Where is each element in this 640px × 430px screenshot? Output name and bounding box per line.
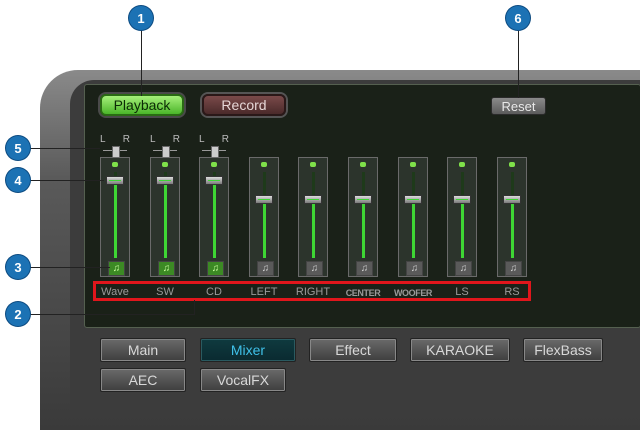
- balance-left-label: L: [100, 134, 106, 145]
- speaker-icon[interactable]: ♫: [455, 261, 472, 276]
- fader-fill: [312, 198, 315, 258]
- tab-main[interactable]: Main: [100, 338, 186, 362]
- channel-led: [310, 162, 316, 167]
- fader-fill: [412, 198, 415, 258]
- callout-5: 5: [6, 136, 30, 160]
- channel-fader[interactable]: ♫: [249, 157, 279, 277]
- reset-button[interactable]: Reset: [491, 97, 546, 115]
- channel-led: [509, 162, 515, 167]
- channel-led: [459, 162, 465, 167]
- fader-fill: [511, 198, 514, 258]
- tab-vocalfx[interactable]: VocalFX: [200, 368, 286, 392]
- balance-right-label: R: [172, 134, 180, 145]
- speaker-icon[interactable]: ♫: [505, 261, 522, 276]
- fader-knob[interactable]: [453, 195, 471, 204]
- fader-knob[interactable]: [354, 195, 372, 204]
- fader-knob[interactable]: [156, 176, 174, 185]
- speaker-icon[interactable]: ♫: [356, 261, 373, 276]
- fader-fill: [461, 198, 464, 258]
- fader-fill: [114, 179, 117, 258]
- fader-knob[interactable]: [255, 195, 273, 204]
- callout-4-leader: [30, 180, 104, 181]
- channel-led: [162, 162, 168, 167]
- speaker-icon[interactable]: ♫: [306, 261, 323, 276]
- callout-1: 1: [129, 6, 153, 30]
- speaker-icon[interactable]: ♫: [207, 261, 224, 276]
- channel-fader[interactable]: ♫: [100, 157, 130, 277]
- tab-mixer[interactable]: Mixer: [200, 338, 296, 362]
- tab-aec[interactable]: AEC: [100, 368, 186, 392]
- callout-2-leader-v: [194, 300, 195, 315]
- channel-led: [410, 162, 416, 167]
- fader-fill: [263, 198, 266, 258]
- tab-effect[interactable]: Effect: [309, 338, 397, 362]
- channel-led: [360, 162, 366, 167]
- channel-fader[interactable]: ♫: [199, 157, 229, 277]
- callout-3: 3: [6, 255, 30, 279]
- callout-2-leader-h: [30, 314, 195, 315]
- fader-fill: [362, 198, 365, 258]
- playback-button[interactable]: Playback: [100, 94, 184, 116]
- fader-fill: [164, 179, 167, 258]
- balance-slider[interactable]: LR: [100, 134, 130, 158]
- channel-led: [211, 162, 217, 167]
- callout-1-leader: [141, 30, 142, 96]
- balance-left-label: L: [199, 134, 205, 145]
- channel-fader[interactable]: ♫: [298, 157, 328, 277]
- balance-left-label: L: [150, 134, 156, 145]
- channel-led: [261, 162, 267, 167]
- record-button[interactable]: Record: [202, 94, 286, 116]
- fader-knob[interactable]: [503, 195, 521, 204]
- balance-right-label: R: [122, 134, 130, 145]
- channel-fader[interactable]: ♫: [348, 157, 378, 277]
- fader-knob[interactable]: [106, 176, 124, 185]
- callout-6-leader: [518, 30, 519, 98]
- callout-6: 6: [506, 6, 530, 30]
- speaker-icon[interactable]: ♫: [158, 261, 175, 276]
- channel-fader[interactable]: ♫: [497, 157, 527, 277]
- balance-slider[interactable]: LR: [150, 134, 180, 158]
- fader-knob[interactable]: [404, 195, 422, 204]
- fader-knob[interactable]: [304, 195, 322, 204]
- callout-5-leader: [30, 148, 100, 149]
- balance-right-label: R: [221, 134, 229, 145]
- fader-knob[interactable]: [205, 176, 223, 185]
- speaker-icon[interactable]: ♫: [108, 261, 125, 276]
- fader-fill: [213, 179, 216, 258]
- tab-flexbass[interactable]: FlexBass: [523, 338, 603, 362]
- callout-4: 4: [6, 168, 30, 192]
- channel-labels-highlight: [93, 281, 531, 301]
- tab-karaoke[interactable]: KARAOKE: [410, 338, 510, 362]
- channel-fader[interactable]: ♫: [398, 157, 428, 277]
- callout-2: 2: [6, 302, 30, 326]
- speaker-icon[interactable]: ♫: [257, 261, 274, 276]
- channel-fader[interactable]: ♫: [150, 157, 180, 277]
- callout-3-leader: [30, 267, 110, 268]
- speaker-icon[interactable]: ♫: [406, 261, 423, 276]
- balance-slider[interactable]: LR: [199, 134, 229, 158]
- channel-led: [112, 162, 118, 167]
- channel-fader[interactable]: ♫: [447, 157, 477, 277]
